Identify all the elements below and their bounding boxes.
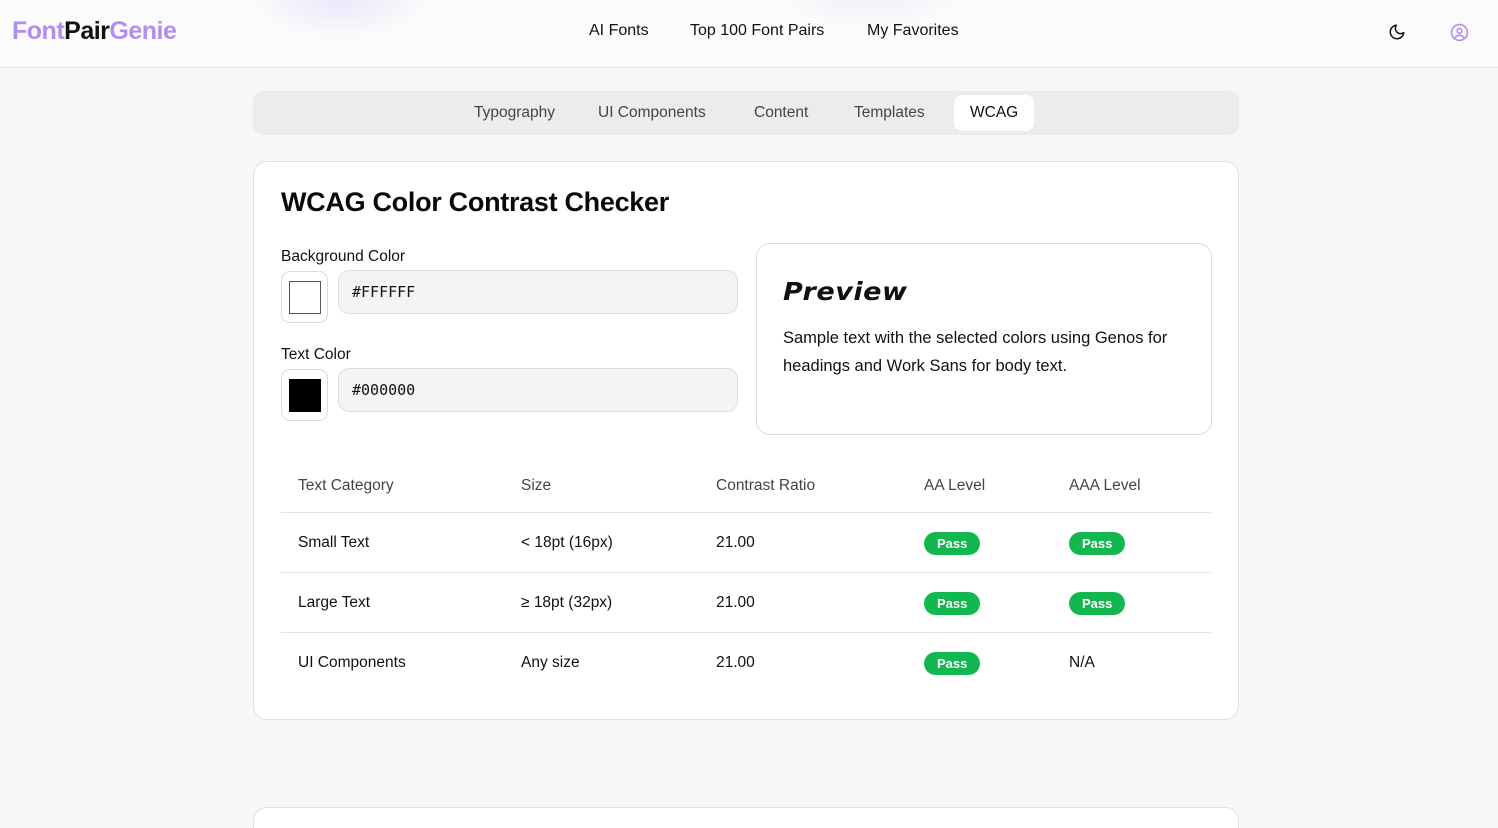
tab-content[interactable]: Content <box>738 95 824 131</box>
tab-ui-components[interactable]: UI Components <box>582 95 722 131</box>
background-color-swatch <box>289 281 321 314</box>
column-header: Size <box>521 477 552 494</box>
table-row: UI Components Any size 21.00 Pass N/A <box>281 633 1211 693</box>
text-color-picker[interactable] <box>281 369 328 421</box>
ratio-cell: 21.00 <box>716 534 755 551</box>
category-cell: Large Text <box>298 594 371 611</box>
column-header: AAA Level <box>1069 477 1141 494</box>
contrast-checker-card: WCAG Color Contrast Checker Background C… <box>253 161 1239 720</box>
size-cell: < 18pt (16px) <box>521 534 613 551</box>
ratio-cell: 21.00 <box>716 654 755 671</box>
logo-part: Pair <box>64 17 110 45</box>
tab-bar: Typography UI Components Content Templat… <box>253 91 1239 135</box>
table-header-row: Text Category Size Contrast Ratio AA Lev… <box>281 458 1211 513</box>
text-color-swatch <box>289 379 321 412</box>
logo-part: Font <box>12 17 65 45</box>
category-cell: UI Components <box>298 654 406 671</box>
background-color-label: Background Color <box>281 248 406 265</box>
logo[interactable]: FontPairGenie <box>12 17 177 46</box>
top-navbar: FontPairGenie AI Fonts Top 100 Font Pair… <box>0 0 1498 68</box>
tab-typography[interactable]: Typography <box>458 95 571 131</box>
user-circle-icon[interactable] <box>1449 22 1469 42</box>
ratio-cell: 21.00 <box>716 594 755 611</box>
table-row: Large Text ≥ 18pt (32px) 21.00 Pass Pass <box>281 573 1211 633</box>
decorative-glow <box>250 0 430 40</box>
aa-pass-badge: Pass <box>924 592 981 615</box>
background-color-picker[interactable] <box>281 271 328 323</box>
size-cell: ≥ 18pt (32px) <box>521 594 613 611</box>
background-color-input[interactable]: #FFFFFF <box>338 270 738 314</box>
logo-part: Genie <box>109 17 177 45</box>
text-color-label: Text Color <box>281 346 351 363</box>
aaa-pass-badge: Pass <box>1069 532 1126 555</box>
text-color-input[interactable]: #000000 <box>338 368 738 412</box>
aa-pass-badge: Pass <box>924 652 981 675</box>
column-header: AA Level <box>924 477 986 494</box>
nav-ai-fonts[interactable]: AI Fonts <box>589 22 649 40</box>
moon-icon[interactable] <box>1387 22 1407 42</box>
nav-top-100-font-pairs[interactable]: Top 100 Font Pairs <box>690 22 824 40</box>
aa-pass-badge: Pass <box>924 532 981 555</box>
table-row: Small Text < 18pt (16px) 21.00 Pass Pass <box>281 513 1211 573</box>
size-cell: Any size <box>521 654 580 671</box>
page-title: WCAG Color Contrast Checker <box>281 187 669 217</box>
tab-templates[interactable]: Templates <box>838 95 941 131</box>
column-header: Contrast Ratio <box>716 477 816 494</box>
preview-title: Preview <box>783 277 908 306</box>
aaa-pass-badge: Pass <box>1069 592 1126 615</box>
tab-wcag[interactable]: WCAG <box>954 95 1035 131</box>
column-header: Text Category <box>298 477 394 494</box>
contrast-results-table: Text Category Size Contrast Ratio AA Lev… <box>281 458 1211 693</box>
nav-my-favorites[interactable]: My Favorites <box>867 22 959 40</box>
preview-panel: Preview Sample text with the selected co… <box>756 243 1212 435</box>
next-section-card <box>253 807 1239 828</box>
category-cell: Small Text <box>298 534 370 551</box>
aaa-level-cell: N/A <box>1069 654 1095 671</box>
preview-body: Sample text with the selected colors usi… <box>783 329 1168 375</box>
